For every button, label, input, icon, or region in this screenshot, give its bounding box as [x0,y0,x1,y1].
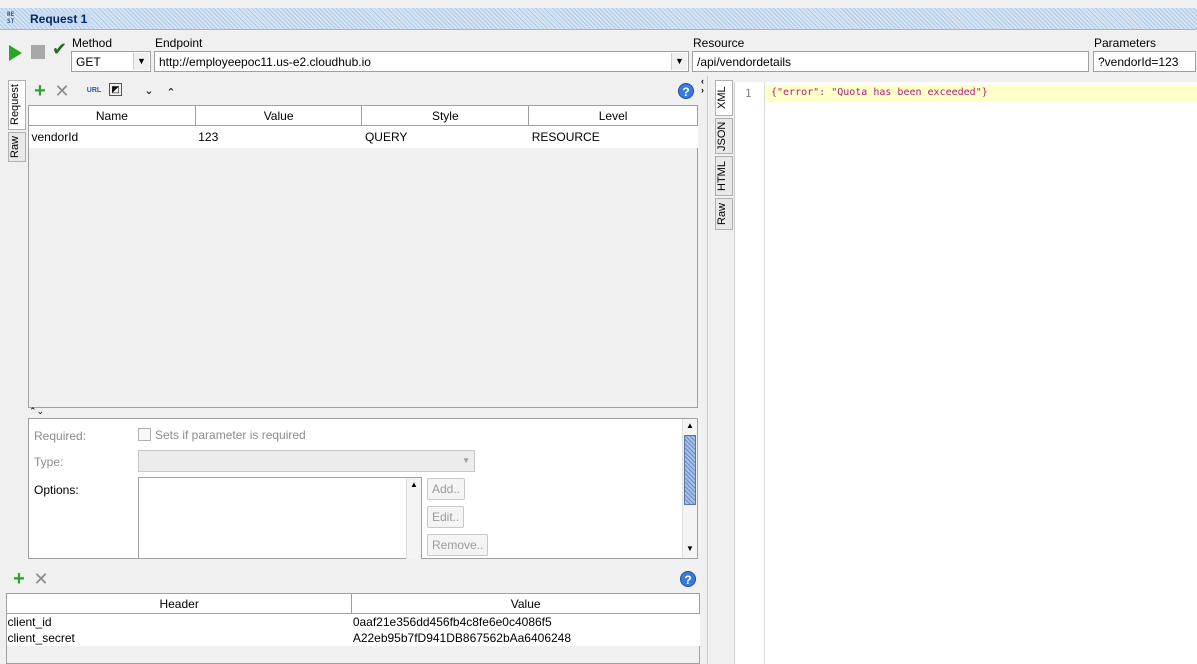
tab-raw[interactable]: Raw [8,132,26,162]
header-value-cell[interactable]: 0aaf21e356dd456fb4c8fe6e0c4086f5 [351,613,700,630]
title-strip [0,8,1197,30]
response-body[interactable]: {"error": "Quota has been exceeded"} [771,87,988,98]
resource-input[interactable]: /api/vendordetails [692,51,1089,72]
required-checkbox[interactable] [138,428,151,441]
param-style-cell[interactable]: QUERY [361,125,529,148]
table-row[interactable]: client_secret A22eb95b7fD941DB867562bAa6… [6,629,700,646]
line-number-gutter [735,82,765,664]
scroll-down-icon[interactable]: ▼ [686,544,694,553]
required-label: Required: [34,429,87,443]
remove-header-icon[interactable]: ✕ [33,570,49,588]
check-icon[interactable]: ✔ [52,40,67,58]
move-down-icon[interactable]: ⌄ [141,83,157,99]
endpoint-combo[interactable]: http://employeepoc11.us-e2.cloudhub.io ▼ [154,51,689,72]
method-select[interactable]: GET ▼ [71,51,151,72]
tab-raw[interactable]: Raw [715,198,733,230]
rest-icon: RE ST [7,11,15,25]
options-list[interactable] [138,477,422,559]
help-icon[interactable]: ? [678,83,694,99]
column-header[interactable]: Value [194,105,363,126]
options-scrollbar[interactable]: ▲ [406,478,421,559]
collapse-right-icon[interactable]: › [701,85,704,95]
table-row[interactable]: client_id 0aaf21e356dd456fb4c8fe6e0c4086… [6,613,700,630]
panel-divider[interactable]: ‹ › [701,76,708,664]
type-select[interactable]: ▼ [138,450,475,472]
params-table: Name Value Style Level vendorId 123 QUER… [28,105,698,148]
options-label: Options: [34,483,79,497]
header-name-cell[interactable]: client_secret [6,629,352,646]
details-scrollbar[interactable]: ▲ ▼ [682,419,697,558]
run-icon[interactable] [9,45,22,61]
header-name-cell[interactable]: client_id [6,613,352,630]
remove-option-button[interactable]: Remove.. [427,534,489,556]
column-header[interactable]: Level [528,105,698,126]
column-header[interactable]: Name [28,105,196,126]
column-header[interactable]: Header [5,593,353,614]
add-header-icon[interactable]: + [11,569,27,589]
table-row[interactable]: vendorId 123 QUERY RESOURCE [28,125,698,148]
remove-param-icon[interactable]: ✕ [54,82,70,100]
line-number: 1 [745,87,752,100]
clear-icon[interactable]: ◩ [109,83,122,96]
help-icon[interactable]: ? [680,571,696,587]
column-header[interactable]: Value [351,593,700,614]
extract-params-icon[interactable]: URL [86,83,102,99]
resource-label: Resource [693,36,745,50]
required-checkbox-label: Sets if parameter is required [155,428,306,442]
chevron-down-icon[interactable]: ▼ [133,53,149,70]
tab-request[interactable]: Request [8,80,26,130]
splitter-handle[interactable]: ⌃⌄ [29,407,44,416]
tab-json[interactable]: JSON [715,118,733,154]
endpoint-value: http://employeepoc11.us-e2.cloudhub.io [159,55,371,69]
move-up-icon[interactable]: ⌃ [163,85,179,101]
header-value-cell[interactable]: A22eb95b7fD941DB867562bAa6406248 [351,629,700,646]
scroll-up-icon[interactable]: ▲ [686,421,694,430]
chevron-down-icon[interactable]: ▼ [671,53,687,70]
param-value-cell[interactable]: 123 [195,125,362,148]
param-name-cell[interactable]: vendorId [28,125,196,148]
window-title: Request 1 [30,12,92,26]
add-param-icon[interactable]: + [32,81,48,101]
parameters-label: Parameters [1094,36,1157,50]
tab-html[interactable]: HTML [715,156,733,196]
parameters-input[interactable]: ?vendorId=123 [1093,51,1196,72]
method-value: GET [76,55,101,69]
endpoint-label: Endpoint [155,36,203,50]
params-table-area [28,105,698,408]
add-option-button[interactable]: Add.. [427,478,466,500]
type-label: Type: [34,455,64,469]
stop-icon[interactable] [31,45,45,59]
chevron-down-icon[interactable]: ▼ [462,456,470,465]
edit-option-button[interactable]: Edit.. [427,506,465,528]
method-label: Method [72,36,113,50]
column-header[interactable]: Style [361,105,530,126]
scroll-up-icon[interactable]: ▲ [410,480,418,489]
response-editor[interactable]: 1 {"error": "Quota has been exceeded"} [734,82,1197,664]
tab-xml[interactable]: XML [715,80,733,116]
param-level-cell[interactable]: RESOURCE [528,125,698,148]
scroll-thumb[interactable] [684,435,696,505]
headers-table: Header Value client_id 0aaf21e356dd456fb… [5,593,700,646]
